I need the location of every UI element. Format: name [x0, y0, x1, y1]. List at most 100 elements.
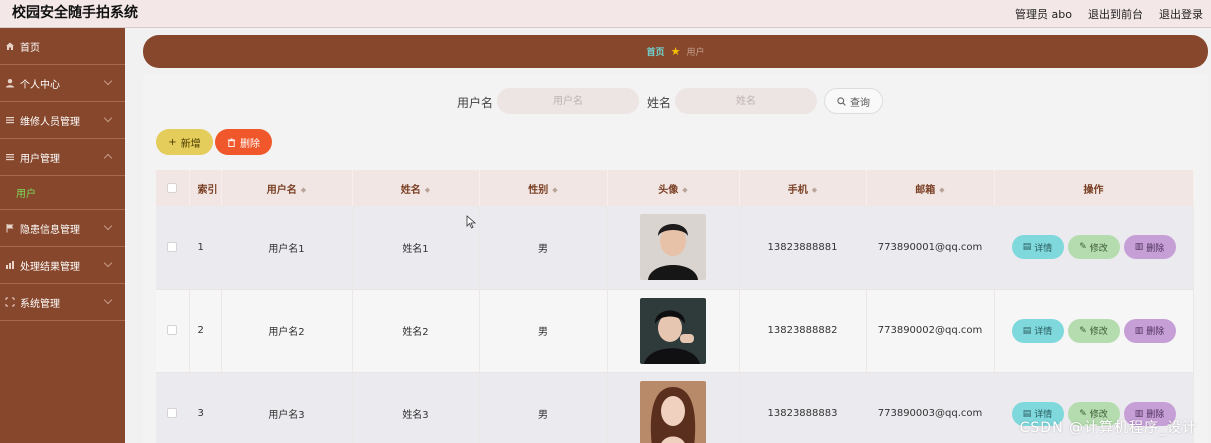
gender-header[interactable]: 性别 ◆ [479, 170, 608, 206]
header-label: 用户名 [266, 184, 297, 196]
row-select-cell [156, 289, 190, 373]
sidebar-item-label: 维修人员管理 [20, 116, 80, 128]
sidebar-item-repair-staff[interactable]: 维修人员管理 [0, 102, 125, 139]
pencil-icon: ✎ [1079, 325, 1087, 336]
logout-link[interactable]: 退出登录 [1159, 6, 1203, 22]
name-search-input[interactable] [675, 88, 817, 114]
sidebar-item-label: 隐患信息管理 [20, 224, 80, 236]
select-all-checkbox[interactable] [167, 182, 178, 193]
table-row: 2 用户名2 姓名2 男 13823888882 773890002@qq.co… [156, 289, 1194, 373]
sidebar-item-label: 系统管理 [20, 298, 60, 310]
mouse-cursor-icon [466, 215, 477, 229]
document-icon: ▤ [1022, 242, 1032, 253]
search-bar: 用户名 姓名 查询 [143, 88, 1208, 114]
document-icon: ▤ [1022, 325, 1032, 336]
delete-button[interactable]: ▥ 删除 [1123, 235, 1176, 260]
username-cell: 用户名1 [221, 206, 353, 290]
row-checkbox[interactable] [167, 325, 178, 335]
back-to-front-link[interactable]: 退出到前台 [1088, 6, 1143, 22]
sort-icon: ◆ [811, 185, 818, 194]
email-cell: 773890002@qq.com [866, 289, 995, 373]
query-button[interactable]: 查询 [824, 88, 883, 114]
avatar [640, 297, 706, 364]
batch-delete-button[interactable]: 删除 [215, 129, 272, 155]
avatar-header[interactable]: 头像 ◆ [607, 170, 740, 206]
chevron-down-icon [103, 76, 113, 86]
plus-icon: + [168, 136, 177, 148]
edit-label: 修改 [1089, 327, 1108, 337]
header-label: 手机 [787, 184, 808, 196]
sort-icon: ◆ [300, 185, 307, 194]
phone-header[interactable]: 手机 ◆ [739, 170, 867, 206]
select-all-header [156, 170, 190, 206]
username-header[interactable]: 用户名 ◆ [221, 170, 353, 206]
avatar [640, 380, 706, 443]
chart-icon [4, 259, 16, 271]
sidebar-subitem-user[interactable]: 用户 [0, 176, 125, 210]
flag-icon [4, 222, 16, 234]
sort-icon: ◆ [424, 185, 431, 194]
username-label: 用户名 [457, 96, 494, 110]
delete-label: 删除 [1146, 243, 1165, 254]
delete-label: 删除 [240, 138, 260, 150]
sidebar-item-home[interactable]: 首页 [0, 28, 125, 65]
watermark: CSDN @计算机程序_设计 [1019, 420, 1197, 436]
sidebar-item-result-management[interactable]: 处理结果管理 [0, 247, 125, 284]
row-checkbox[interactable] [167, 408, 178, 418]
avatar [640, 214, 706, 281]
grid-icon [4, 296, 16, 308]
list-icon [4, 151, 16, 163]
avatar-cell [607, 206, 740, 290]
trash-icon: ▥ [1134, 325, 1144, 336]
list-icon [4, 114, 16, 126]
avatar-cell [607, 372, 740, 443]
main-panel: 用户名 姓名 查询 + 新增 删除 索引 用户名◆ 姓名◆ [143, 74, 1208, 443]
index-cell: 2 [189, 289, 222, 373]
index-cell: 1 [189, 206, 222, 290]
header-label: 邮箱 [915, 184, 936, 196]
index-header: 索引 [189, 170, 222, 206]
delete-button[interactable]: ▥ 删除 [1123, 318, 1176, 343]
sort-icon: ◆ [939, 185, 945, 194]
add-button[interactable]: + 新增 [156, 129, 213, 155]
edit-button[interactable]: ✎ 修改 [1067, 235, 1120, 260]
sidebar-item-user-management[interactable]: 用户管理 [0, 139, 125, 176]
trash-icon: ▥ [1134, 242, 1144, 253]
header-actions: 管理员 abo 退出到前台 退出登录 [1015, 0, 1203, 28]
chevron-down-icon [103, 113, 113, 123]
username-cell: 用户名2 [221, 289, 353, 373]
phone-cell: 13823888881 [739, 206, 867, 290]
sidebar-item-hazard-info[interactable]: 隐患信息管理 [0, 210, 125, 247]
pencil-icon: ✎ [1079, 242, 1087, 253]
username-search-input[interactable] [497, 88, 639, 114]
sidebar-item-system[interactable]: 系统管理 [0, 284, 125, 321]
index-cell: 3 [189, 372, 222, 443]
gender-cell: 男 [479, 206, 608, 290]
detail-button[interactable]: ▤ 详情 [1011, 318, 1064, 343]
detail-button[interactable]: ▤ 详情 [1011, 235, 1064, 260]
username-cell: 用户名3 [221, 372, 353, 443]
admin-label: 管理员 abo [1015, 8, 1072, 21]
sidebar-item-label: 处理结果管理 [20, 261, 80, 273]
ops-cell: ▤ 详情 ✎ 修改 ▥ 删除 [994, 289, 1194, 373]
edit-button[interactable]: ✎ 修改 [1067, 318, 1120, 343]
sidebar-item-label: 用户管理 [20, 153, 60, 165]
name-cell: 姓名2 [352, 289, 480, 373]
breadcrumb-current: 用户 [686, 48, 705, 58]
detail-label: 详情 [1034, 243, 1053, 254]
search-icon [837, 96, 846, 106]
email-cell: 773890001@qq.com [866, 206, 995, 290]
email-cell: 773890003@qq.com [866, 372, 995, 443]
email-header[interactable]: 邮箱 ◆ [866, 170, 995, 206]
header-label: 性别 [528, 184, 549, 196]
chevron-up-icon [103, 153, 113, 163]
row-checkbox[interactable] [167, 241, 178, 252]
sidebar-item-personal-center[interactable]: 个人中心 [0, 65, 125, 102]
query-label: 查询 [850, 97, 870, 109]
trash-icon [227, 137, 236, 147]
sidebar-item-label: 用户 [16, 189, 36, 200]
breadcrumb-home-link[interactable]: 首页 [647, 45, 665, 58]
name-header[interactable]: 姓名 ◆ [352, 170, 480, 206]
star-icon: ★ [670, 45, 681, 58]
chevron-down-icon [103, 258, 113, 268]
